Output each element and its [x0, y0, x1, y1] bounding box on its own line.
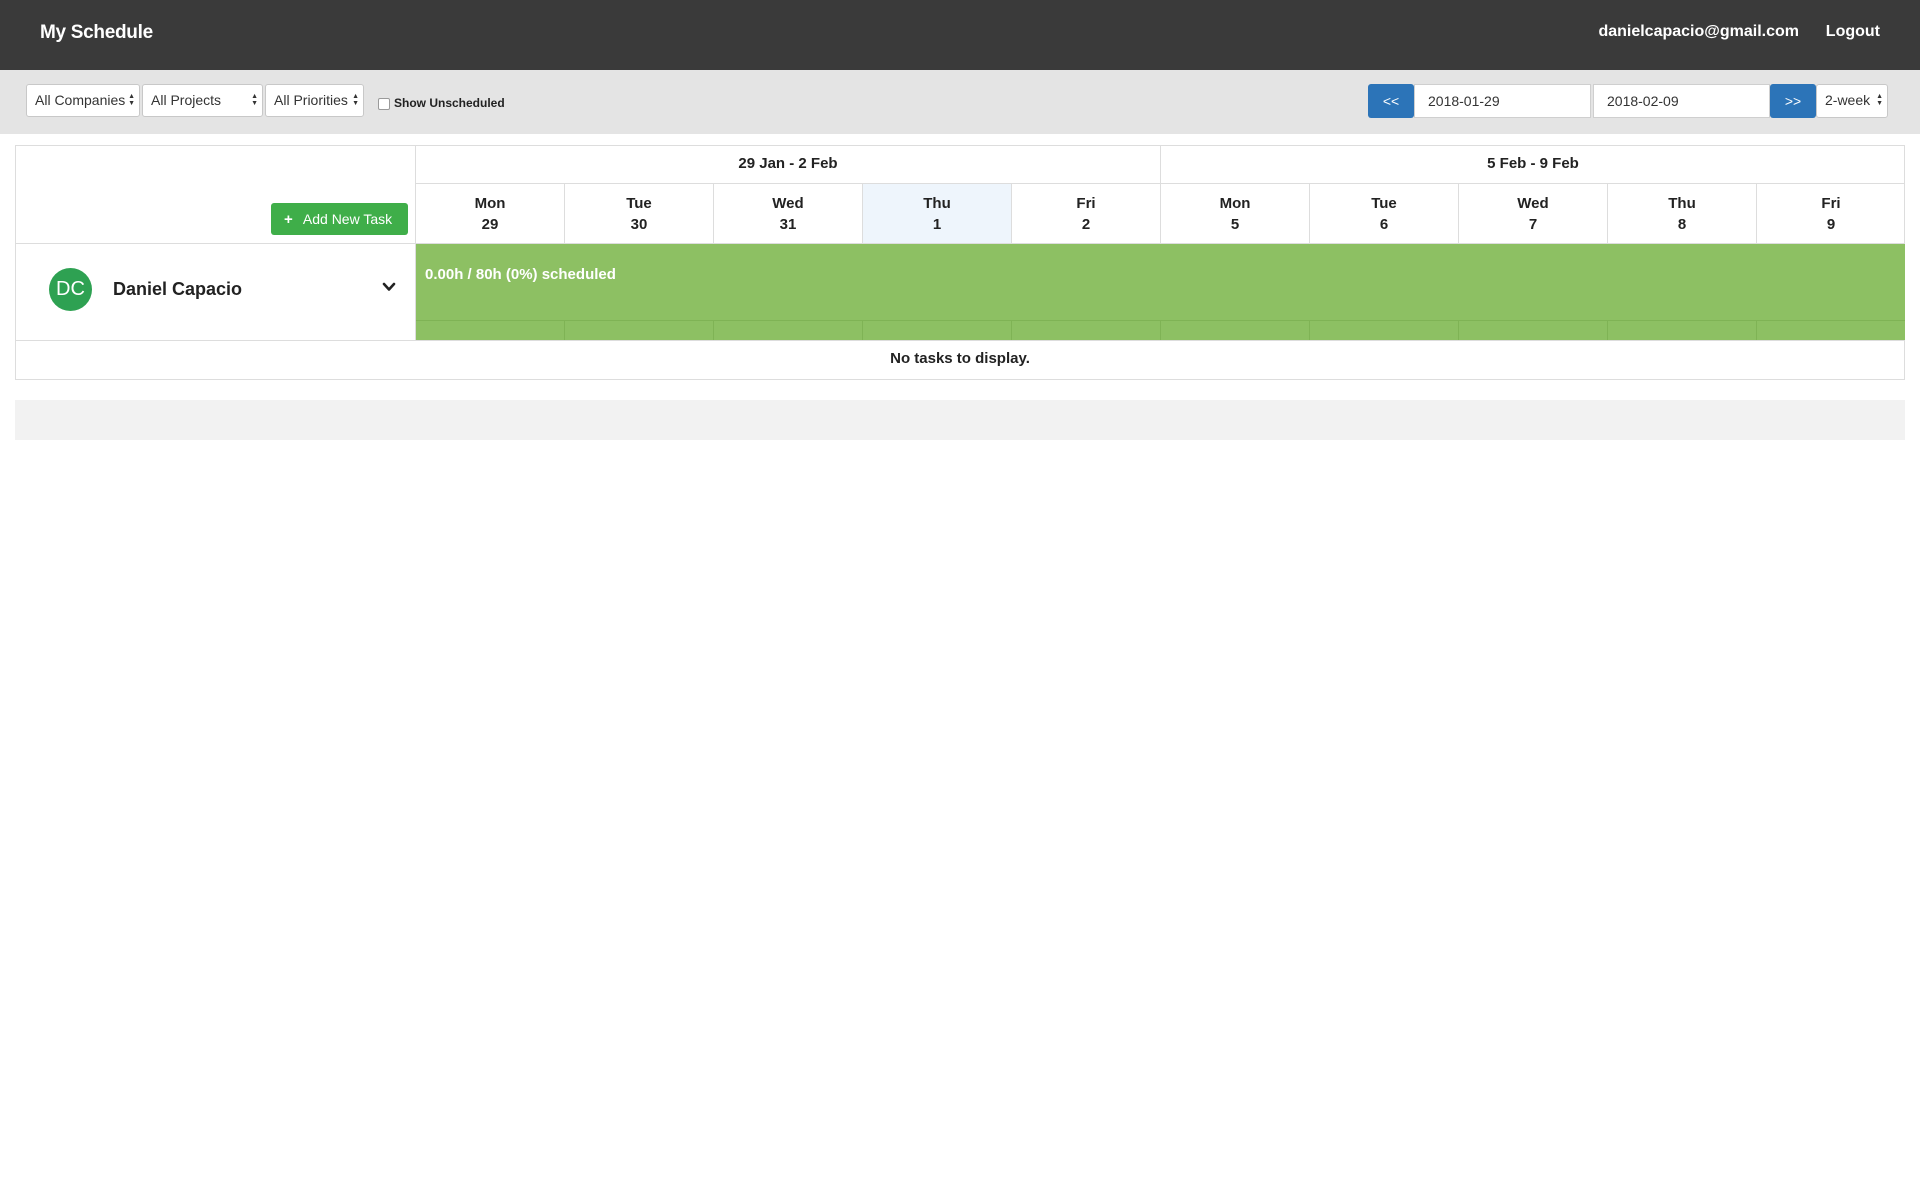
day-name: Thu [923, 195, 951, 212]
workload-day-cell [565, 320, 714, 340]
workload-day-cell [863, 320, 1012, 340]
footer-bar [15, 400, 1905, 440]
day-header: Fri 9 [1757, 184, 1905, 244]
day-header: Tue 6 [1310, 184, 1459, 244]
plus-icon: + [284, 211, 293, 228]
day-number: 31 [779, 216, 797, 233]
day-header: Fri 2 [1012, 184, 1161, 244]
filter-toolbar: All Companies ▲ ▼ All Projects ▲ ▼ All Pri… [0, 70, 1920, 134]
workload-day-cell [714, 320, 863, 340]
day-header: Wed 7 [1459, 184, 1608, 244]
day-header: Tue 30 [565, 184, 714, 244]
logout-link[interactable]: Logout [1826, 23, 1880, 41]
day-header: Mon 29 [416, 184, 565, 244]
day-name: Fri [1076, 195, 1096, 212]
day-header: Wed 31 [714, 184, 863, 244]
day-number: 8 [1677, 216, 1687, 233]
person-name: Daniel Capacio [113, 279, 243, 299]
workload-summary: 0.00h / 80h (0%) scheduled [425, 266, 616, 283]
select-arrows-icon: ▲ ▼ [128, 93, 135, 107]
view-select-value: 2-week [1825, 92, 1871, 108]
top-navbar: My Schedule danielcapacio@gmail.com Logo… [0, 0, 1920, 70]
day-number: 9 [1826, 216, 1836, 233]
workload-day-cell [1012, 320, 1161, 340]
workload-day-cell [1161, 320, 1310, 340]
day-number: 2 [1081, 216, 1091, 233]
next-range-button[interactable]: >> [1770, 84, 1816, 118]
schedule-table: + Add New Task 29 Jan - 2 Feb 5 Feb - 9 … [15, 145, 1905, 380]
show-unscheduled-label: Show Unscheduled [394, 96, 505, 110]
view-select[interactable]: 2-week ▲ ▼ [1816, 84, 1888, 118]
select-arrows-icon: ▲ ▼ [352, 93, 359, 107]
project-select-value: All Projects [151, 92, 222, 108]
add-new-task-button[interactable]: + Add New Task [271, 203, 408, 235]
chevron-down-icon[interactable] [382, 280, 396, 294]
day-header: Mon 5 [1161, 184, 1310, 244]
end-date-input[interactable]: 2018-02-09 [1593, 84, 1770, 118]
company-select[interactable]: All Companies ▲ ▼ [26, 84, 140, 117]
day-header-today: Thu 1 [863, 184, 1012, 244]
user-email: danielcapacio@gmail.com [1598, 23, 1799, 40]
select-arrows-icon: ▲ ▼ [251, 93, 258, 107]
workload-day-cell [416, 320, 565, 340]
day-number: 1 [932, 216, 942, 233]
day-number: 29 [481, 216, 499, 233]
week-header: 5 Feb - 9 Feb [1161, 146, 1905, 184]
day-name: Mon [474, 195, 506, 212]
company-select-value: All Companies [35, 92, 126, 108]
day-header: Thu 8 [1608, 184, 1757, 244]
day-name: Thu [1668, 195, 1696, 212]
add-new-task-label: Add New Task [302, 211, 393, 227]
day-name: Wed [772, 195, 804, 212]
day-name: Tue [1371, 195, 1397, 212]
priority-select-value: All Priorities [274, 92, 348, 108]
start-date-input[interactable]: 2018-01-29 [1414, 84, 1591, 118]
avatar: DC [49, 268, 92, 311]
select-arrows-icon: ▲ ▼ [1876, 93, 1883, 107]
week-header: 29 Jan - 2 Feb [416, 146, 1161, 184]
page-title: My Schedule [40, 22, 153, 43]
project-select[interactable]: All Projects ▲ ▼ [142, 84, 263, 117]
day-name: Fri [1821, 195, 1841, 212]
day-name: Mon [1219, 195, 1251, 212]
show-unscheduled-checkbox[interactable] [378, 98, 390, 110]
day-number: 7 [1528, 216, 1538, 233]
empty-tasks-message: No tasks to display. [890, 350, 1030, 367]
day-number: 6 [1379, 216, 1389, 233]
day-number: 5 [1230, 216, 1240, 233]
person-row[interactable]: DC Daniel Capacio [16, 244, 416, 341]
show-unscheduled-toggle[interactable]: Show Unscheduled [378, 96, 505, 110]
workload-day-cell [1608, 320, 1757, 340]
day-name: Tue [626, 195, 652, 212]
workload-day-cells [416, 320, 1905, 340]
workload-day-cell [1310, 320, 1459, 340]
schedule-corner-cell: + Add New Task [16, 146, 416, 244]
priority-select[interactable]: All Priorities ▲ ▼ [265, 84, 364, 117]
workload-bar: 0.00h / 80h (0%) scheduled [416, 244, 1905, 341]
day-name: Wed [1517, 195, 1549, 212]
day-number: 30 [630, 216, 648, 233]
workload-day-cell [1459, 320, 1608, 340]
prev-range-button[interactable]: << [1368, 84, 1414, 118]
